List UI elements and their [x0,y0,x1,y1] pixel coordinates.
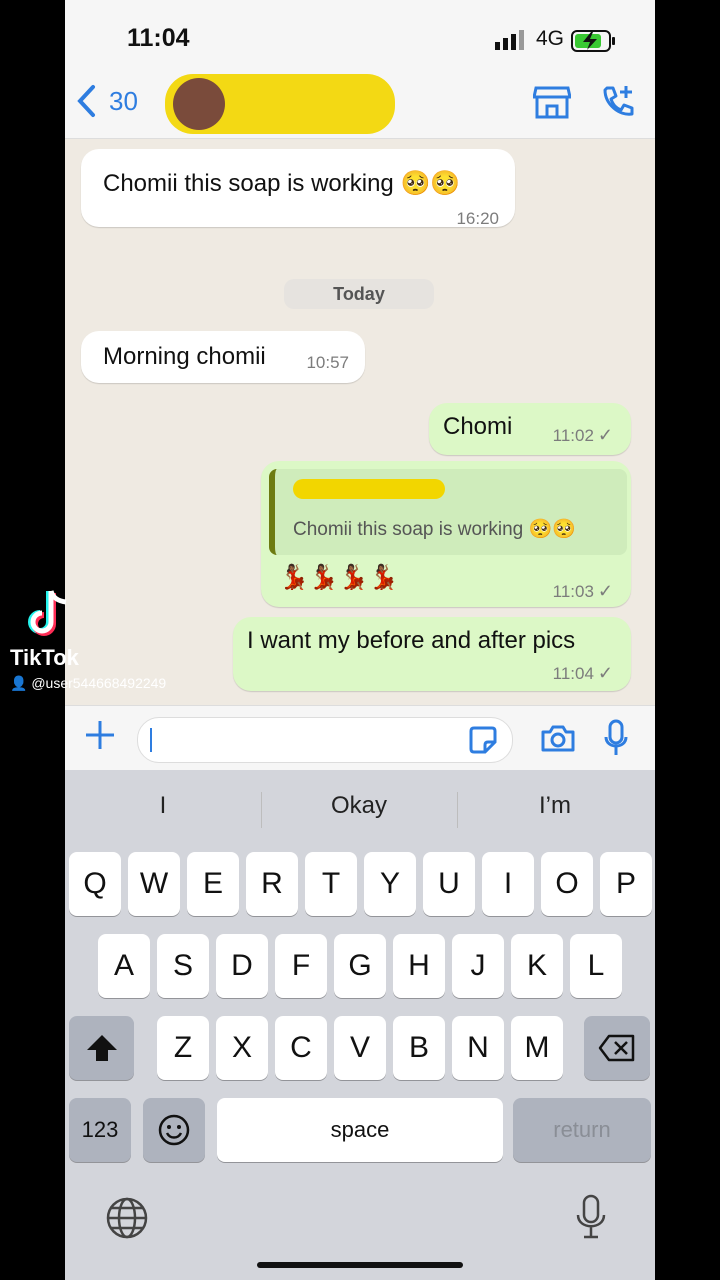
tiktok-note-icon [26,588,166,647]
suggestion-bar: I Okay I’m [65,770,655,850]
chat-header: 30 [65,70,655,139]
key-u[interactable]: U [423,852,475,916]
dictation-icon[interactable] [575,1194,607,1240]
keyboard: I Okay I’m Q W E R T Y U I O P A S D F G… [65,770,655,1280]
key-l[interactable]: L [570,934,622,998]
key-b[interactable]: B [393,1016,445,1080]
message-time: 16:20 [456,209,499,228]
key-e[interactable]: E [187,852,239,916]
tiktok-user-row: 👤 @user544668492249 [10,675,166,692]
key-c[interactable]: C [275,1016,327,1080]
chevron-left-icon [77,85,95,117]
key-v[interactable]: V [334,1016,386,1080]
message-text: I want my before and after pics [247,627,576,654]
quoted-sender-redacted [293,479,445,499]
key-f[interactable]: F [275,934,327,998]
tiktok-username: @user544668492249 [31,675,167,691]
plus-icon[interactable] [83,718,117,761]
unread-count: 30 [109,85,138,116]
key-m[interactable]: M [511,1016,563,1080]
return-key[interactable]: return [513,1098,651,1162]
globe-icon[interactable] [105,1196,149,1240]
key-k[interactable]: K [511,934,563,998]
message-text: Chomi [443,413,513,440]
message-outgoing[interactable]: Chomi 11:02 ✓ [429,403,631,455]
sent-check-icon: ✓ [597,663,613,683]
sent-check-icon: ✓ [597,425,613,445]
quoted-message[interactable]: Chomii this soap is working 🥺🥺 [269,469,627,555]
backspace-icon [598,1034,635,1062]
message-text: Chomii this soap is working 🥺🥺 [103,170,461,197]
shift-key[interactable] [69,1016,134,1080]
key-j[interactable]: J [452,934,504,998]
key-h[interactable]: H [393,934,445,998]
person-icon: 👤 [10,675,28,691]
tiktok-brand: TikTok [10,645,79,670]
key-z[interactable]: Z [157,1016,209,1080]
message-input[interactable] [137,717,513,763]
key-x[interactable]: X [216,1016,268,1080]
key-y[interactable]: Y [364,852,416,916]
quoted-text: Chomii this soap is working 🥺🥺 [293,519,576,540]
key-w[interactable]: W [128,852,180,916]
key-s[interactable]: S [157,934,209,998]
date-separator: Today [284,279,434,309]
key-p[interactable]: P [600,852,652,916]
signal-icon [495,30,524,50]
tiktok-watermark: TikTok 👤 @user544668492249 [10,588,166,692]
message-text: 💃🏾💃🏾💃🏾💃🏾 [279,564,399,591]
message-outgoing-reply[interactable]: Chomii this soap is working 🥺🥺 💃🏾💃🏾💃🏾💃🏾 … [261,461,631,607]
message-time: 11:04 [552,664,594,683]
key-o[interactable]: O [541,852,593,916]
message-incoming[interactable]: Morning chomii 10:57 [81,331,365,383]
message-incoming[interactable]: Chomii this soap is working 🥺🥺 16:20 [81,149,515,228]
emoji-face-icon [158,1114,190,1146]
store-icon[interactable] [533,84,571,120]
sent-check-icon: ✓ [597,581,613,601]
key-r[interactable]: R [246,852,298,916]
home-indicator [257,1262,463,1268]
sticker-icon[interactable] [468,725,498,755]
network-type: 4G [536,27,565,50]
backspace-key[interactable] [584,1016,650,1080]
battery-charging-icon [571,30,615,52]
text-caret [150,728,152,752]
add-call-icon[interactable] [599,84,635,120]
space-key[interactable]: space [217,1098,503,1162]
suggestion-item[interactable]: I [65,792,261,820]
avatar[interactable] [173,78,225,130]
message-time: 11:02 [552,426,594,445]
key-i[interactable]: I [482,852,534,916]
status-time: 11:04 [127,24,190,52]
suggestion-item[interactable]: I’m [457,792,653,820]
shift-arrow-icon [86,1035,117,1061]
microphone-icon[interactable] [603,719,629,757]
message-time: 10:57 [306,353,349,372]
key-t[interactable]: T [305,852,357,916]
message-outgoing[interactable]: I want my before and after pics 11:04 ✓ [233,617,631,691]
camera-icon[interactable] [540,723,576,753]
emoji-key[interactable] [143,1098,205,1162]
key-g[interactable]: G [334,934,386,998]
back-button[interactable]: 30 [75,84,138,118]
key-n[interactable]: N [452,1016,504,1080]
key-d[interactable]: D [216,934,268,998]
suggestion-item[interactable]: Okay [261,792,457,820]
status-bar: 11:04 4G [65,0,655,70]
key-q[interactable]: Q [69,852,121,916]
message-text: Morning chomii [103,343,266,370]
message-time: 11:03 [552,582,594,601]
key-a[interactable]: A [98,934,150,998]
numbers-key[interactable]: 123 [69,1098,131,1162]
compose-bar [65,705,655,771]
